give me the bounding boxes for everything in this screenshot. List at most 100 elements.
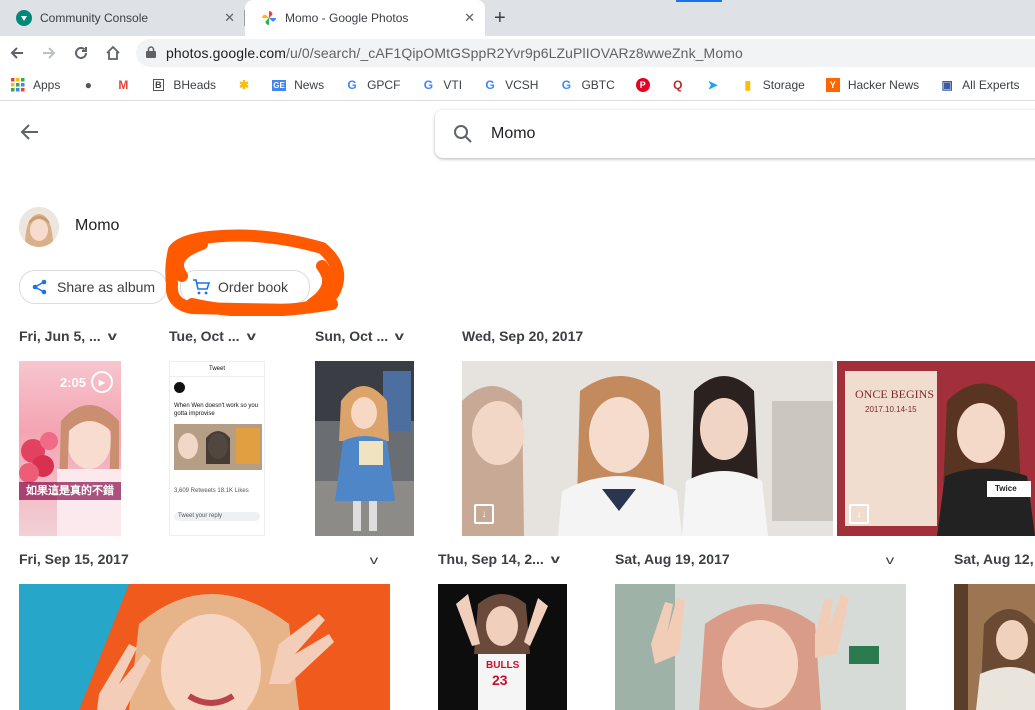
photo-content — [174, 424, 262, 470]
photo-thumbnail[interactable] — [615, 584, 906, 710]
bookmark-item[interactable]: Apps — [10, 77, 68, 93]
bheads-icon: B — [153, 79, 164, 91]
bookmark-label: Storage — [762, 78, 805, 92]
play-icon: ▶ — [91, 371, 113, 393]
date-group-header[interactable]: Sat, Aug 12, ... — [954, 551, 1035, 567]
date-label: Sun, Oct ... — [315, 328, 389, 344]
close-tab-icon[interactable]: ✕ — [464, 10, 475, 26]
poster-date: 2017.10.14-15 — [865, 405, 917, 414]
reload-icon[interactable] — [69, 36, 93, 70]
pinterest-icon: P — [635, 77, 651, 93]
search-bar[interactable]: Momo — [435, 110, 1035, 158]
date-group-header[interactable]: Sun, Oct ... v — [315, 328, 404, 344]
chevron-down-icon[interactable]: v — [370, 553, 378, 567]
poster-title: ONCE BEGINS — [855, 387, 935, 401]
date-group-header[interactable]: Fri, Sep 15, 2017 — [19, 551, 129, 567]
chevron-down-icon[interactable]: v — [886, 553, 894, 567]
date-group-header[interactable]: Sat, Aug 19, 2017 — [615, 551, 730, 567]
download-icon: ↓ — [849, 504, 869, 524]
person-name: Momo — [75, 217, 120, 234]
photo-thumbnail[interactable] — [954, 584, 1035, 710]
chevron-down-icon[interactable]: v — [395, 329, 404, 343]
photo-thumbnail[interactable]: ONCE BEGINS 2017.10.14-15 Twice ↓ — [837, 361, 1035, 536]
jersey-team: BULLS — [486, 660, 520, 671]
bookmarks-bar: Apps ● M B BHeads ✱ GE News G GPCF G VTI G VCSH G GBTC P… — [0, 70, 1035, 101]
google-g-icon: G — [561, 78, 572, 92]
date-group-header[interactable]: Tue, Oct ... v — [169, 328, 256, 344]
video-duration: 2:05 ▶ — [60, 371, 113, 393]
tweet-reply-field: Tweet your reply — [174, 512, 260, 521]
bookmark-item[interactable]: ▮ Storage — [740, 77, 813, 93]
photo-content — [19, 584, 390, 710]
chevron-down-icon[interactable]: v — [107, 329, 116, 343]
avatar[interactable] — [19, 207, 59, 247]
apps-grid-icon — [10, 77, 26, 93]
date-group-header[interactable]: Wed, Sep 20, 2017 — [462, 328, 583, 344]
bookmark-item[interactable]: ➤ — [705, 77, 728, 93]
tab-title: Community Console — [40, 11, 149, 25]
forward-nav-icon[interactable] — [37, 36, 61, 70]
share-as-album-button[interactable]: Share as album — [19, 270, 167, 304]
bookmark-item[interactable]: Q — [670, 77, 693, 93]
back-arrow-icon[interactable] — [20, 122, 40, 148]
bookmark-item[interactable]: P — [635, 77, 658, 93]
video-thumbnail[interactable]: 如果這是真的不錯 2:05 ▶ — [19, 361, 121, 536]
bookmark-item[interactable]: G VCSH — [482, 77, 546, 93]
bookmark-label: Apps — [33, 78, 61, 92]
bookmark-item[interactable]: GE News — [271, 77, 332, 93]
bookmark-label: All Experts — [962, 78, 1020, 92]
date-label: Sat, Aug 19, 2017 — [615, 551, 730, 567]
date-label: Fri, Jun 5, ... — [19, 328, 101, 344]
tweet-header: Tweet — [170, 362, 264, 377]
bookmark-item[interactable]: G VTI — [420, 77, 470, 93]
orange-scribble-annotation — [165, 229, 345, 316]
chevron-down-icon[interactable]: v — [550, 552, 559, 566]
url-host: photos.google.com — [166, 45, 287, 61]
photo-thumbnail[interactable]: ↓ — [462, 361, 833, 536]
bookmark-item[interactable]: Y Hacker News — [825, 77, 927, 93]
new-tab-plus-icon[interactable]: + — [494, 7, 506, 30]
bookmark-label: VTI — [443, 78, 463, 92]
photo-thumbnail[interactable] — [19, 584, 390, 710]
jersey-number: 23 — [492, 672, 508, 688]
date-label: Wed, Sep 20, 2017 — [462, 328, 584, 344]
google-photos-icon — [261, 10, 277, 26]
bookmark-label: Hacker News — [847, 78, 920, 92]
shirt-brand: Twice — [995, 484, 1017, 493]
bookmark-item[interactable]: ● — [80, 77, 103, 93]
tweet-screenshot-thumbnail[interactable]: Tweet When Wen doesn't work so you gotta… — [169, 361, 265, 536]
bookmark-item[interactable]: ▣ All Experts — [939, 77, 1027, 93]
bookmark-item[interactable]: ✱ — [236, 77, 259, 93]
tab-community-console[interactable]: Community Console ✕ — [0, 0, 245, 36]
date-group-header[interactable]: Thu, Sep 14, 2... v — [438, 551, 560, 567]
photo-content — [462, 361, 833, 536]
twitter-icon: ➤ — [707, 78, 718, 92]
date-label: Thu, Sep 14, 2... — [438, 551, 544, 567]
search-icon — [454, 125, 472, 143]
bookmark-item[interactable]: B BHeads — [150, 77, 224, 93]
back-nav-icon[interactable] — [5, 36, 29, 70]
bookmark-label: BHeads — [173, 78, 217, 92]
google-g-icon: G — [423, 78, 434, 92]
photo-content — [954, 584, 1035, 710]
news-icon: GE — [272, 79, 286, 91]
google-g-icon: G — [347, 78, 357, 92]
address-bar[interactable]: photos.google.com/u/0/search/_cAF1QipOMt… — [136, 39, 1035, 67]
bookmark-item[interactable]: G GPCF — [344, 77, 408, 93]
home-icon[interactable] — [101, 36, 125, 70]
date-group-header[interactable]: Fri, Jun 5, ... v — [19, 328, 117, 344]
close-tab-icon[interactable]: ✕ — [224, 10, 235, 26]
bookmark-label: GBTC — [581, 78, 615, 92]
apple-icon: ● — [84, 78, 92, 92]
bookmark-item[interactable]: G GBTC — [558, 77, 622, 93]
tab-google-photos[interactable]: Momo - Google Photos ✕ — [245, 0, 485, 36]
bookmark-label: GPCF — [367, 78, 401, 92]
tab-title: Momo - Google Photos — [285, 11, 409, 25]
photo-thumbnail[interactable]: BULLS 23 — [438, 584, 567, 710]
url-path: /u/0/search/_cAF1QipOMtGSppR2Yvr9p6LZuPl… — [286, 45, 743, 61]
bookmark-item[interactable]: M — [115, 77, 138, 93]
download-icon: ↓ — [474, 504, 494, 524]
photo-thumbnail[interactable] — [315, 361, 414, 536]
chevron-down-icon[interactable]: v — [246, 329, 255, 343]
lock-icon — [146, 45, 156, 61]
